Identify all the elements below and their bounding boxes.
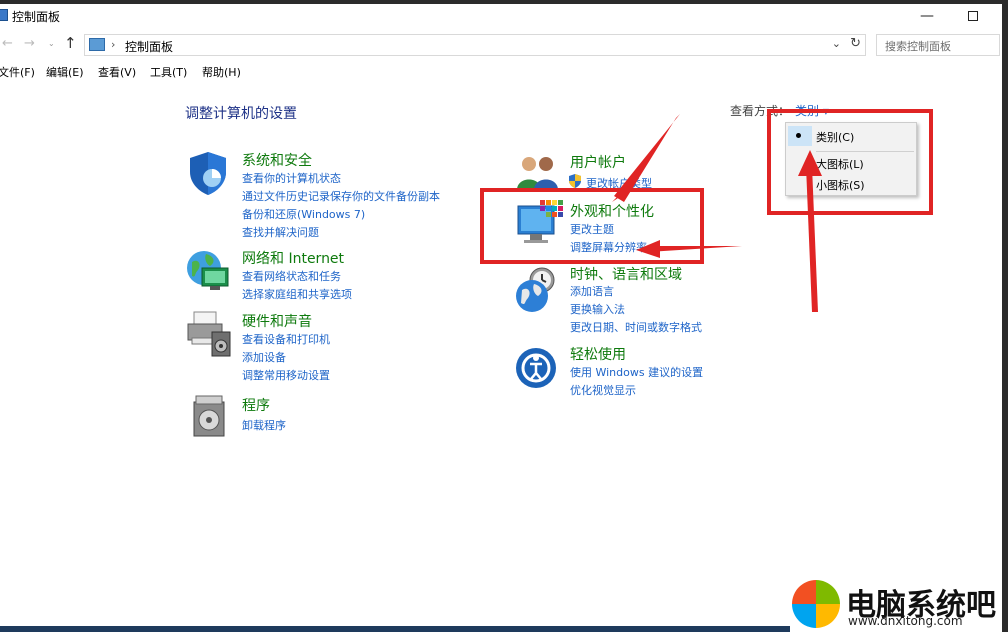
arrow-to-appearance <box>614 114 680 202</box>
windows-logo-icon <box>790 578 842 633</box>
watermark-url: www.dnxitong.com <box>848 614 963 628</box>
control-panel-window: 控制面板 — ← → ⌄ ↑ › 控制面板 ⌄ ↻ 搜索控制面板 文件(F) 编… <box>0 0 1008 632</box>
taskbar-edge <box>0 626 790 632</box>
window-right-border <box>1002 0 1008 632</box>
annotation-arrows <box>612 114 822 312</box>
arrow-to-resolution <box>648 246 742 252</box>
arrow-to-category <box>806 166 818 312</box>
